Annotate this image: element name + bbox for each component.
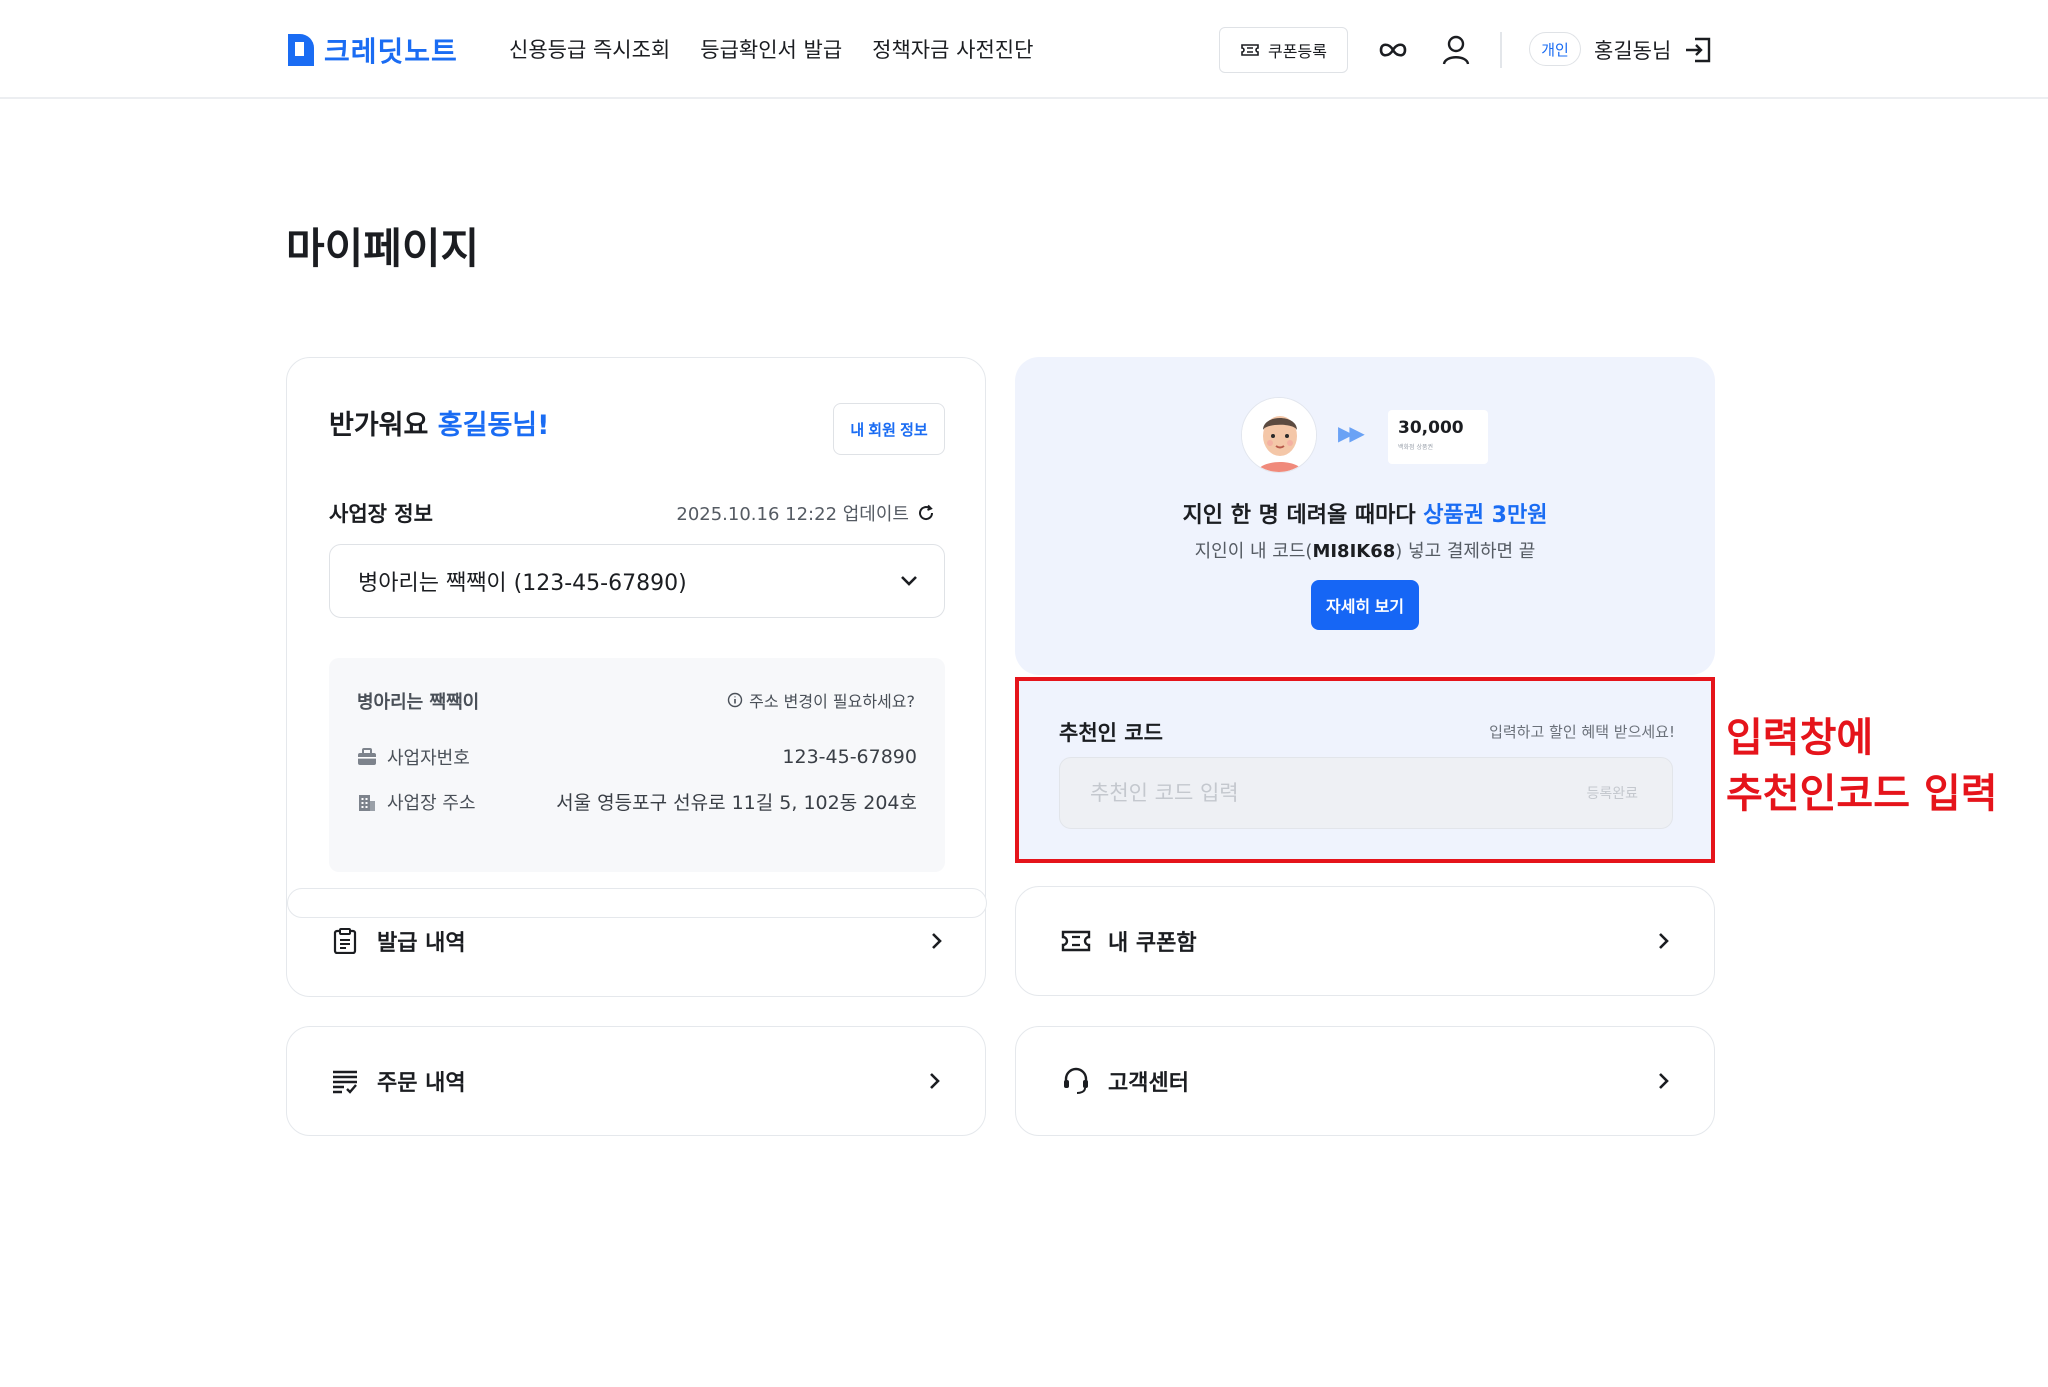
business-section-label: 사업장 정보	[329, 502, 433, 526]
business-name: 병아리는 짹짹이	[357, 692, 480, 713]
referral-submit-button[interactable]: 등록완료	[1580, 782, 1644, 804]
issue-history-link[interactable]: 발급 내역	[287, 899, 987, 983]
chevron-down-icon	[901, 576, 917, 586]
nav-credit-check[interactable]: 신용등급 즉시조회	[509, 34, 670, 64]
coupon-register-label: 쿠폰등록	[1268, 44, 1327, 61]
logo[interactable]: 크레딧노트	[286, 30, 458, 70]
referral-code-label: 추천인 코드	[1059, 721, 1163, 745]
reg-number-row: 사업자번호 123-45-67890	[357, 744, 917, 770]
reg-number-label: 사업자번호	[387, 748, 470, 769]
referral-code-hint: 입력하고 할인 혜택 받으세요!	[1489, 723, 1675, 741]
annotation-line-1: 입력창에	[1726, 715, 1874, 761]
annotation-line-2: 추천인코드 입력	[1726, 771, 1998, 817]
referral-code: MI8IK68	[1312, 541, 1396, 562]
main-nav: 신용등급 즉시조회 등급확인서 발급 정책자금 사전진단	[509, 34, 1033, 64]
coupon-box-label: 내 쿠폰함	[1108, 931, 1197, 956]
user-icon[interactable]	[1436, 30, 1476, 70]
customer-center-label: 고객센터	[1108, 1071, 1189, 1096]
business-select-value: 병아리는 짹짹이 (123-45-67890)	[358, 571, 687, 596]
logout-icon[interactable]	[1678, 30, 1718, 70]
account-type-badge: 개인	[1529, 32, 1581, 66]
promo-sub-suffix: ) 넣고 결제하면 끝	[1395, 541, 1536, 562]
headset-icon	[1064, 1067, 1088, 1094]
customer-center-link[interactable]: 고객센터	[1015, 1026, 1715, 1136]
nav-policy-fund[interactable]: 정책자금 사전진단	[872, 34, 1033, 64]
page-title: 마이페이지	[286, 224, 480, 273]
chevron-right-icon	[930, 1073, 940, 1089]
greeting-name: 홍길동님!	[437, 410, 550, 441]
list-check-icon	[333, 1070, 357, 1094]
top-header: 크레딧노트 신용등급 즉시조회 등급확인서 발급 정책자금 사전진단 쿠폰등록 …	[0, 0, 2048, 99]
referral-code-field: 등록완료	[1059, 757, 1673, 829]
logo-mark-icon	[288, 34, 314, 66]
briefcase-icon	[358, 748, 376, 765]
user-name: 홍길동님	[1594, 39, 1672, 63]
header-divider	[1500, 32, 1502, 68]
referral-code-input[interactable]	[1088, 780, 1581, 806]
referral-promo-card: ▶▶ 30,000 백화점 상품권 지인 한 명 데려올 때마다 상품권 3만원…	[1015, 357, 1715, 675]
view-details-button[interactable]: 자세히 보기	[1311, 580, 1419, 630]
address-label: 사업장 주소	[387, 792, 476, 814]
voucher-card: 30,000 백화점 상품권	[1388, 410, 1488, 464]
fast-forward-icon: ▶▶	[1338, 421, 1365, 445]
issue-history-label: 발급 내역	[377, 931, 466, 956]
coupon-register-button[interactable]: 쿠폰등록	[1219, 27, 1348, 73]
order-history-link[interactable]: 주문 내역	[286, 1026, 986, 1136]
clipboard-icon	[333, 928, 357, 954]
reg-number-value: 123-45-67890	[782, 746, 917, 768]
coupon-box-link[interactable]: 내 쿠폰함	[1015, 886, 1715, 996]
logo-text: 크레딧노트	[324, 35, 458, 68]
member-info-button[interactable]: 내 회원 정보	[833, 403, 945, 455]
ticket-icon	[1061, 930, 1091, 952]
refresh-icon[interactable]	[917, 504, 935, 522]
info-icon	[727, 692, 743, 708]
chevron-right-icon	[932, 933, 942, 949]
promo-subtitle: 지인이 내 코드(MI8IK68) 넣고 결제하면 끝	[1015, 537, 1715, 563]
order-history-label: 주문 내역	[377, 1071, 466, 1096]
greeting: 반가워요 홍길동님!	[329, 403, 549, 442]
address-change-label: 주소 변경이 필요하세요?	[749, 692, 915, 711]
referral-code-card: 추천인 코드 입력하고 할인 혜택 받으세요! 등록완료	[1015, 677, 1715, 863]
promo-title-prefix: 지인 한 명 데려올 때마다	[1182, 503, 1424, 528]
chevron-right-icon	[1659, 1073, 1669, 1089]
address-change-link[interactable]: 주소 변경이 필요하세요?	[727, 688, 915, 712]
voucher-amount: 30,000	[1398, 418, 1464, 438]
updated-text: 2025.10.16 12:22 업데이트	[676, 504, 909, 525]
business-info-box: 병아리는 짹짹이 주소 변경이 필요하세요? 사업자번호 123-45-6789…	[329, 658, 945, 872]
profile-card: 반가워요 홍길동님! 내 회원 정보 사업장 정보 2025.10.16 12:…	[286, 357, 987, 997]
business-select[interactable]: 병아리는 짹짹이 (123-45-67890)	[329, 544, 945, 618]
chevron-right-icon	[1659, 933, 1669, 949]
promo-sub-prefix: 지인이 내 코드(	[1194, 541, 1313, 562]
infinity-icon[interactable]	[1373, 30, 1413, 70]
address-value: 서울 영등포구 선유로 11길 5, 102동 204호	[556, 792, 917, 814]
address-row: 사업장 주소 서울 영등포구 선유로 11길 5, 102동 204호	[357, 788, 917, 815]
avatar	[1241, 397, 1317, 473]
promo-title: 지인 한 명 데려올 때마다 상품권 3만원	[1015, 497, 1715, 529]
annotation-callout: 입력창에 추천인코드 입력	[1726, 710, 1998, 822]
promo-title-highlight: 상품권 3만원	[1423, 503, 1548, 528]
voucher-subtitle: 백화점 상품권	[1398, 444, 1434, 451]
building-icon	[359, 794, 375, 811]
nav-certificate-issue[interactable]: 등급확인서 발급	[700, 34, 842, 64]
ticket-icon	[1241, 44, 1259, 56]
updated-timestamp: 2025.10.16 12:22 업데이트	[676, 500, 935, 526]
greeting-prefix: 반가워요	[329, 410, 438, 441]
